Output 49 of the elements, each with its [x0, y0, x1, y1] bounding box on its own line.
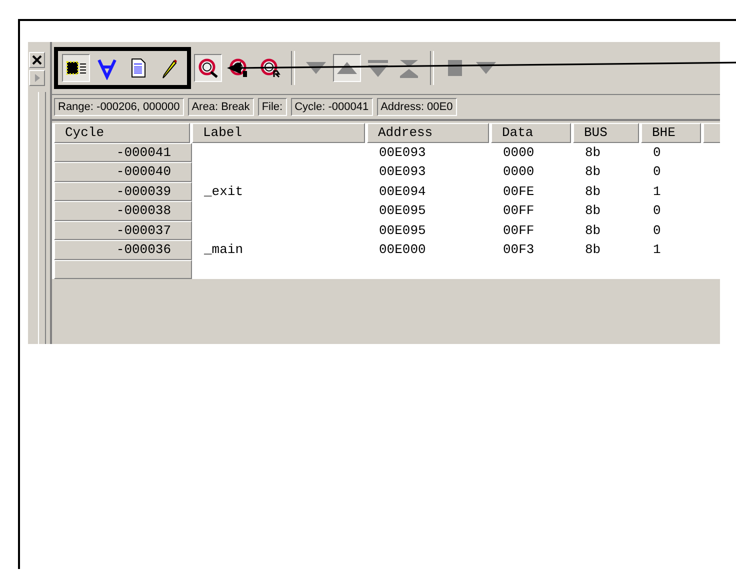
table-cell-text: 00E093: [378, 144, 427, 162]
expand-icon[interactable]: [29, 70, 45, 86]
table-cell-text: _main: [203, 241, 244, 259]
column-header[interactable]: Data: [491, 123, 571, 142]
magnifier-icon[interactable]: [194, 54, 222, 82]
table-cell-text: 00F3: [502, 241, 536, 259]
chip-icon[interactable]: [62, 54, 90, 82]
grip-handle[interactable]: [38, 92, 46, 344]
column-header[interactable]: Cycle: [54, 123, 190, 142]
table-cell-text: 0000: [502, 144, 536, 162]
table-cell-text: 0000: [502, 163, 536, 181]
row-header[interactable]: -000037: [54, 220, 192, 240]
table-cell-text: 1: [652, 241, 662, 259]
status-field: Cycle: -000041: [290, 98, 373, 116]
table-cell-text: _exit: [203, 182, 244, 200]
status-field: Address: 00E0: [376, 98, 457, 116]
table-cell-text: 00FE: [502, 182, 536, 200]
row-header[interactable]: -000038: [54, 201, 192, 220]
status-field: File:: [258, 98, 287, 116]
table-cell-text: 00E000: [378, 241, 427, 259]
table-cell-text: 1: [652, 182, 662, 200]
status-field: Range: -000206, 000000: [54, 98, 184, 116]
table-cell-text: 0: [652, 222, 662, 240]
table-cell-text: 00E095: [378, 202, 427, 220]
table-cell-text: 8b: [584, 222, 602, 240]
column-header[interactable]: BUS: [573, 123, 639, 142]
table-cell-text: 8b: [584, 144, 602, 162]
table-cell-text: 8b: [584, 241, 602, 259]
table-cell-text: 00E095: [378, 222, 427, 240]
table-cell-text: 8b: [584, 163, 602, 181]
table-cell-text: 8b: [584, 202, 602, 220]
row-header[interactable]: -000040: [54, 162, 192, 182]
row-header[interactable]: -000036: [54, 240, 192, 260]
table-cell-text: 0: [652, 144, 662, 162]
table-cell-text: 0: [652, 163, 662, 181]
table-cell-text: 00FF: [502, 222, 536, 240]
close-icon[interactable]: [29, 52, 45, 68]
row-header[interactable]: -000039: [54, 182, 192, 201]
table-cell-text: 8b: [584, 182, 602, 200]
column-header[interactable]: BHE: [641, 123, 701, 142]
status-field: Area: Break: [188, 98, 254, 116]
table-cell-text: 0: [652, 202, 662, 220]
row-header[interactable]: -000041: [54, 142, 192, 162]
table-cell-text: 00E093: [378, 163, 427, 181]
row-header[interactable]: [54, 260, 192, 279]
table-cell-text: 00FF: [502, 202, 536, 220]
table-cell-text: 00E094: [378, 182, 427, 200]
column-header[interactable]: Address: [367, 123, 489, 142]
column-header[interactable]: Label: [192, 123, 365, 142]
